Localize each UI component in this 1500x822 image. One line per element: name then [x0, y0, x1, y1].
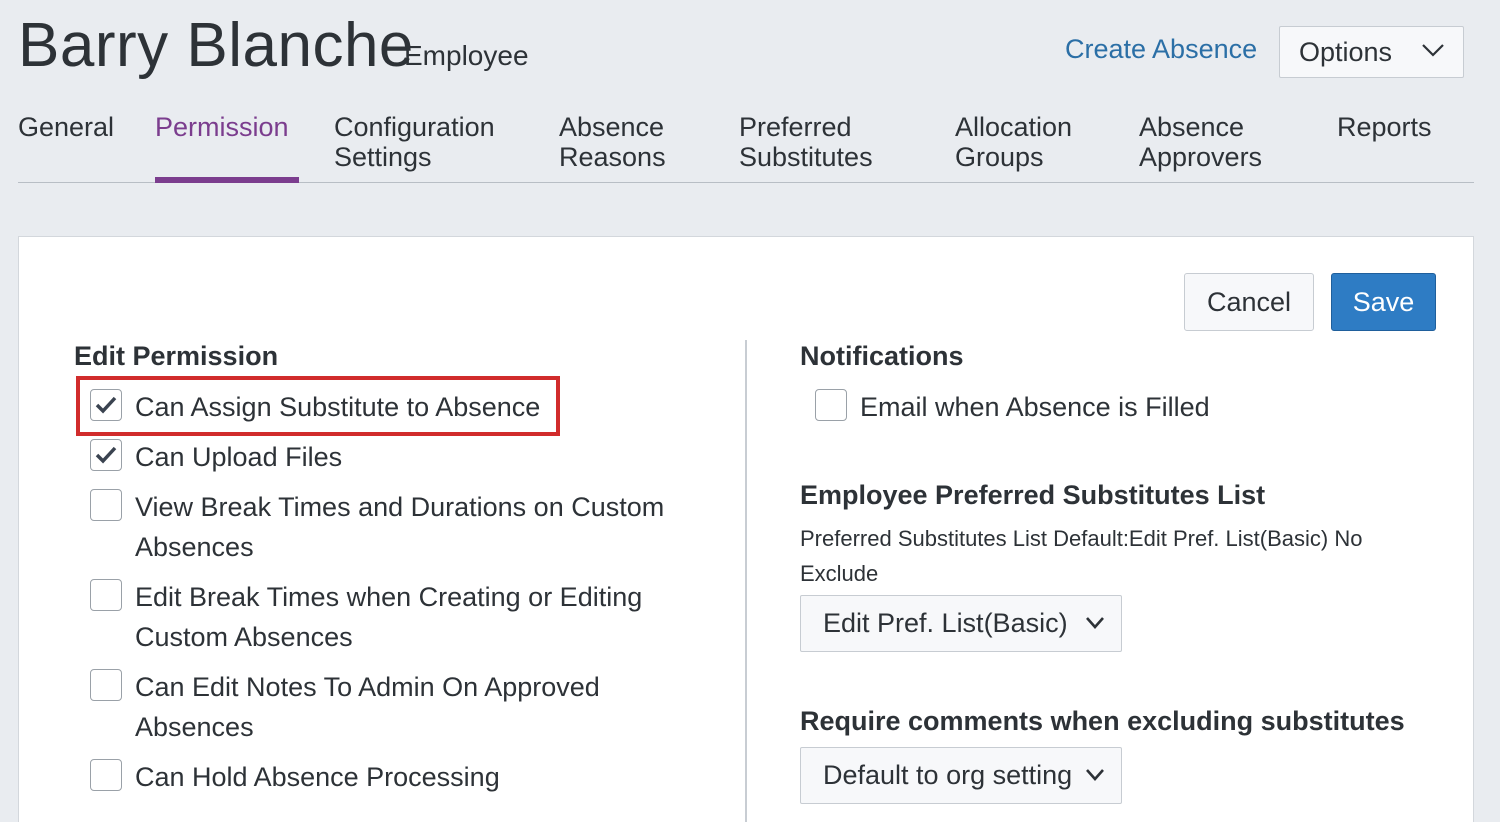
preferred-list-default-note: Preferred Substitutes List Default:Edit … — [800, 526, 1363, 586]
tab-configuration-settings[interactable]: Configuration Settings — [334, 112, 495, 183]
checkbox-upload-files[interactable] — [90, 439, 122, 471]
employee-tabs: General Permission Configuration Setting… — [18, 112, 1474, 183]
tab-absence-approvers[interactable]: Absence Approvers — [1139, 112, 1262, 183]
require-comments-title: Require comments when excluding substitu… — [800, 706, 1405, 736]
chevron-down-icon — [1422, 44, 1444, 57]
tab-absence-reasons[interactable]: Absence Reasons — [559, 112, 666, 183]
permission-label: View Break Times and Durations on Custom… — [135, 492, 665, 562]
checkbox-email-filled[interactable] — [815, 389, 847, 421]
require-comments-selected: Default to org setting — [823, 760, 1073, 790]
checkmark-icon — [95, 396, 117, 414]
page-header: Barry Blanche Employee Create Absence Op… — [0, 0, 1500, 100]
notifications-title: Notifications — [800, 341, 964, 371]
create-absence-link[interactable]: Create Absence — [1065, 34, 1257, 65]
permission-label: Edit Break Times when Creating or Editin… — [135, 582, 643, 652]
checkbox-edit-break-times[interactable] — [90, 579, 122, 611]
employee-name: Barry Blanche — [18, 11, 414, 80]
permission-label: Can Hold Absence Processing — [135, 762, 500, 792]
chevron-down-icon — [1086, 617, 1104, 629]
checkbox-edit-notes[interactable] — [90, 669, 122, 701]
cancel-button[interactable]: Cancel — [1184, 273, 1314, 331]
permission-label: Can Edit Notes To Admin On Approved Abse… — [135, 672, 600, 742]
permission-panel: Cancel Save Edit Permission Can Assign S… — [18, 236, 1474, 822]
tab-reports[interactable]: Reports — [1337, 112, 1432, 183]
tab-allocation-groups[interactable]: Allocation Groups — [955, 112, 1072, 183]
checkmark-icon — [95, 446, 117, 464]
preferred-list-select[interactable]: Edit Pref. List(Basic) — [800, 595, 1122, 652]
tab-general[interactable]: General — [18, 112, 114, 183]
tab-preferred-substitutes[interactable]: Preferred Substitutes — [739, 112, 873, 183]
edit-permission-title: Edit Permission — [74, 341, 279, 371]
options-button[interactable]: Options — [1279, 26, 1464, 78]
checkbox-assign-substitute[interactable] — [90, 389, 122, 421]
preferred-list-selected: Edit Pref. List(Basic) — [823, 608, 1068, 638]
notification-label: Email when Absence is Filled — [860, 392, 1210, 422]
permission-label: Can Assign Substitute to Absence — [135, 392, 541, 422]
checkbox-view-break-times[interactable] — [90, 489, 122, 521]
column-divider — [745, 340, 747, 822]
employee-role: Employee — [404, 40, 529, 71]
chevron-down-icon — [1086, 769, 1104, 781]
tab-permission[interactable]: Permission — [155, 112, 299, 183]
preferred-list-title: Employee Preferred Substitutes List — [800, 480, 1266, 510]
require-comments-select[interactable]: Default to org setting — [800, 747, 1122, 804]
permission-label: Can Upload Files — [135, 442, 343, 472]
checkbox-hold-processing[interactable] — [90, 759, 122, 791]
options-label: Options — [1299, 36, 1393, 67]
save-button[interactable]: Save — [1331, 273, 1436, 331]
